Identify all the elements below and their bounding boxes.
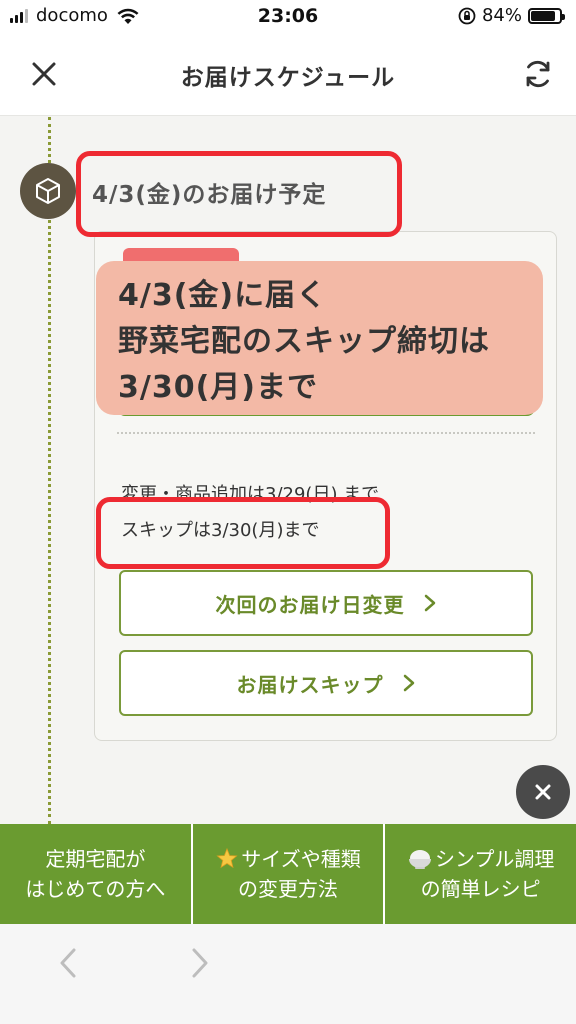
- orientation-lock-icon: [458, 7, 476, 24]
- star-icon: [216, 847, 238, 869]
- status-bar: docomo 23:06 84%: [0, 0, 576, 34]
- skip-deadline-callout: 4/3(金)に届く 野菜宅配のスキップ締切は 3/30(月)まで: [96, 261, 543, 415]
- link-line: 定期宅配が: [45, 847, 146, 871]
- callout-line: 3/30(月)まで: [118, 370, 319, 405]
- status-right: 84%: [458, 5, 565, 26]
- battery-fill: [531, 10, 555, 21]
- browser-toolbar: [0, 924, 576, 1024]
- link-text: シンプル調理: [434, 847, 555, 871]
- recipe-link[interactable]: シンプル調理 の簡単レシピ: [385, 824, 576, 924]
- link-line-with-icon: サイズや種類: [215, 844, 361, 874]
- skip-delivery-label: お届けスキップ: [236, 672, 384, 697]
- delivery-marker: [20, 163, 76, 219]
- forward-arrow-icon[interactable]: [188, 946, 212, 980]
- box-icon: [36, 178, 60, 204]
- change-delivery-date-button[interactable]: 次回のお届け日変更: [119, 570, 533, 636]
- link-line: の変更方法: [238, 877, 338, 901]
- battery-icon: [528, 7, 565, 24]
- change-delivery-date-label: 次回のお届け日変更: [215, 592, 405, 617]
- link-text: サイズや種類: [241, 847, 361, 871]
- chevron-right-icon: [403, 674, 414, 692]
- battery-percent: 84%: [481, 5, 522, 26]
- close-banner-button[interactable]: [516, 765, 570, 819]
- schedule-content: 4/3(金)のお届け予定 変更・商品追加は3/29(日) まで スキップは3/3…: [0, 117, 576, 824]
- link-line: の簡単レシピ: [420, 877, 541, 901]
- refresh-icon[interactable]: [520, 56, 556, 92]
- nav-header: お届けスケジュール: [0, 34, 576, 116]
- bottom-link-bar: 定期宅配が はじめての方へ サイズや種類 の変更方法 シンプル調理 の簡単レシピ: [0, 824, 576, 924]
- timeline-line: [48, 117, 51, 824]
- page-title: お届けスケジュール: [180, 65, 396, 91]
- link-line-with-icon: シンプル調理: [407, 844, 554, 874]
- first-time-guide-link[interactable]: 定期宅配が はじめての方へ: [0, 824, 193, 924]
- size-change-guide-link[interactable]: サイズや種類 の変更方法: [193, 824, 386, 924]
- chevron-right-icon: [424, 594, 435, 612]
- skip-delivery-button[interactable]: お届けスキップ: [119, 650, 533, 716]
- date-highlight-box: [76, 151, 402, 237]
- skip-highlight-box: [96, 497, 390, 569]
- link-line: はじめての方へ: [25, 877, 166, 901]
- card-divider: [117, 432, 535, 434]
- callout-line: 4/3(金)に届く: [118, 278, 328, 313]
- callout-line: 野菜宅配のスキップ締切は: [118, 324, 490, 359]
- rice-bowl-icon: [408, 850, 431, 869]
- back-arrow-icon[interactable]: [56, 946, 80, 980]
- close-icon: [535, 784, 551, 800]
